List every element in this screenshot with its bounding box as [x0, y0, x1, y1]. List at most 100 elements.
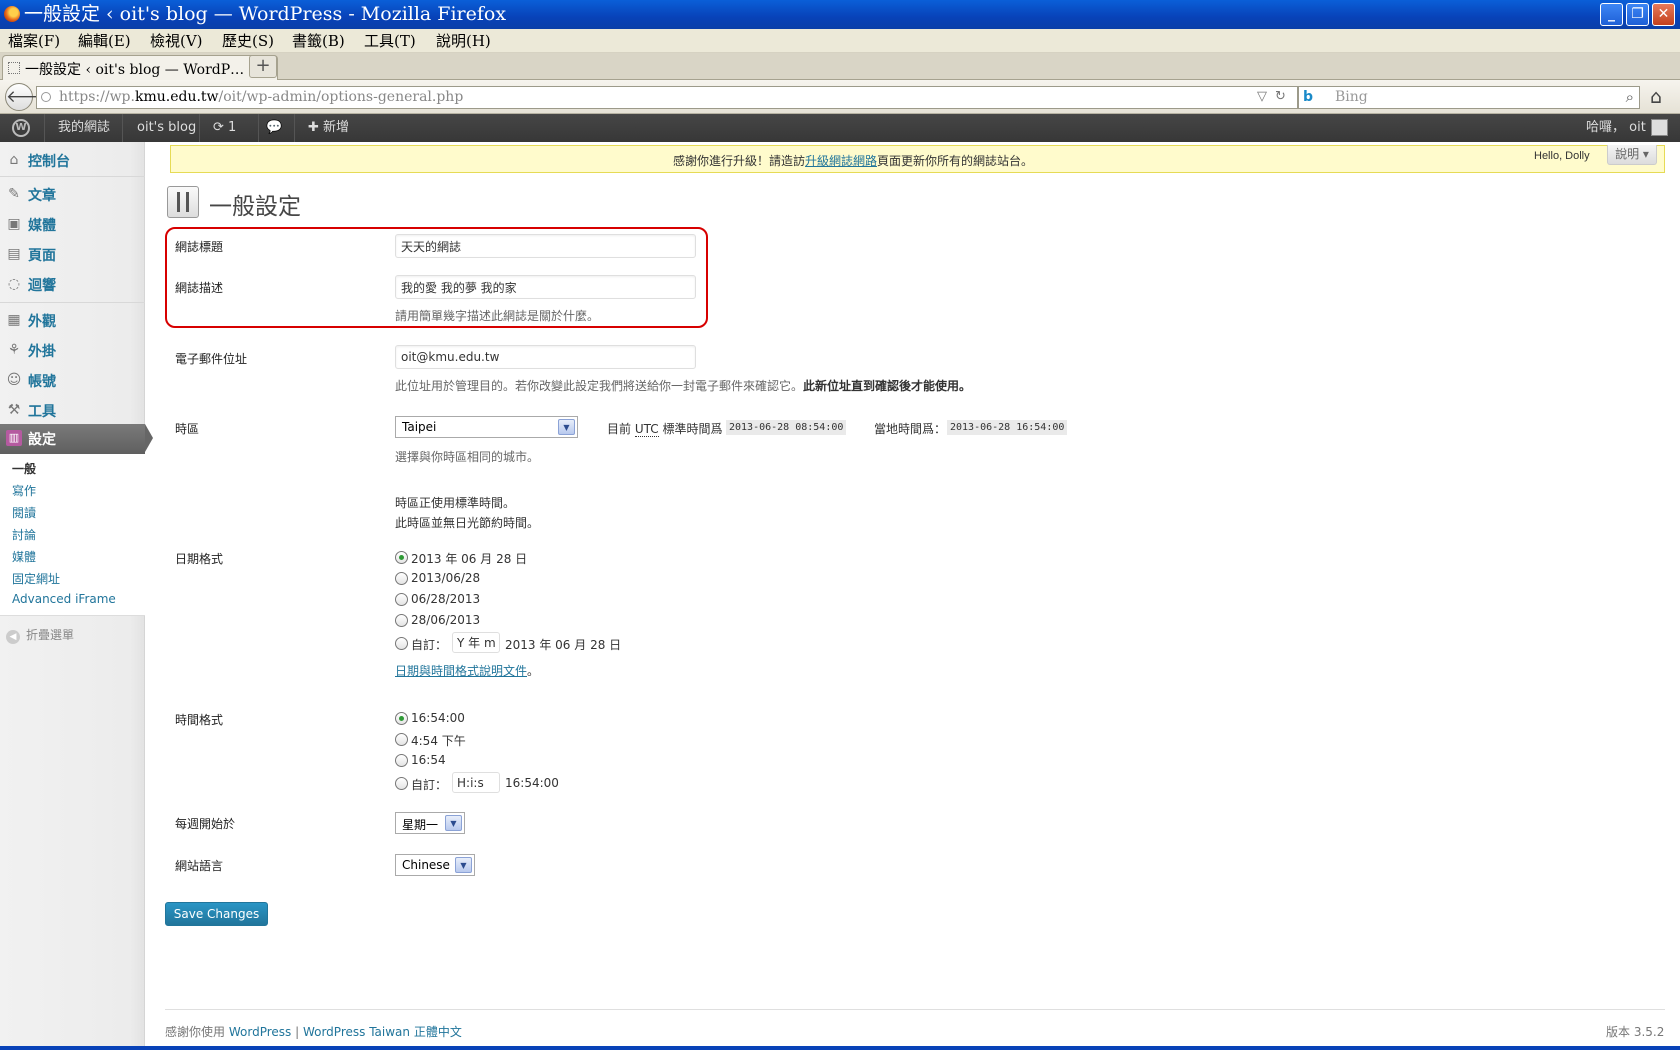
site-identity-icon[interactable]: [41, 92, 51, 102]
submenu-discussion[interactable]: 討論: [12, 526, 36, 543]
time-format-option[interactable]: 4:54 下午: [411, 732, 466, 749]
appearance-icon: ▦: [7, 312, 21, 328]
tagline-input[interactable]: [395, 275, 696, 299]
menu-edit[interactable]: 編輯(E): [78, 32, 131, 50]
url-dropdown-icon[interactable]: ▽: [1257, 89, 1267, 104]
sidebar-item-appearance[interactable]: ▦ 外觀: [0, 306, 145, 334]
home-icon[interactable]: ⌂: [1650, 86, 1662, 108]
search-icon[interactable]: ⌕: [1626, 88, 1634, 106]
date-format-custom-radio[interactable]: [395, 637, 408, 650]
submenu-media[interactable]: 媒體: [12, 548, 36, 565]
restore-button[interactable]: ❐: [1626, 3, 1649, 26]
save-changes-button[interactable]: Save Changes: [165, 902, 268, 926]
comments-icon[interactable]: 💬: [266, 114, 282, 142]
site-language-label: 網站語言: [175, 859, 224, 873]
utc-time-label: 目前 UTC 標準時間爲: [607, 422, 723, 437]
adminbar-divider: [122, 114, 123, 142]
submenu-reading[interactable]: 閱讀: [12, 504, 36, 521]
date-format-option[interactable]: 2013 年 06 月 28 日: [411, 550, 527, 567]
new-content-link[interactable]: ✚ 新增: [308, 114, 349, 142]
menu-file[interactable]: 檔案(F): [8, 32, 60, 50]
submenu-writing[interactable]: 寫作: [12, 482, 36, 499]
wordpress-logo-icon[interactable]: W: [12, 119, 30, 137]
date-custom-input[interactable]: [452, 632, 500, 653]
submenu-permalinks[interactable]: 固定網址: [12, 570, 60, 587]
sidebar-item-posts[interactable]: ✎ 文章: [0, 180, 145, 208]
search-bar[interactable]: b Bing ⌕: [1298, 86, 1640, 109]
local-time-label: 當地時間爲：: [874, 422, 947, 436]
time-format-custom-radio[interactable]: [395, 777, 408, 790]
sidebar-item-users[interactable]: ☺ 帳號: [0, 366, 145, 394]
date-format-radio[interactable]: [395, 593, 408, 606]
back-button[interactable]: 🡐: [5, 83, 52, 111]
collapse-menu-button[interactable]: ◀ 折疊選單: [6, 626, 74, 644]
sidebar-item-media[interactable]: ▣ 媒體: [0, 210, 145, 238]
date-format-option[interactable]: 2013/06/28: [411, 571, 480, 585]
site-name-link[interactable]: oit's blog: [137, 114, 196, 142]
collapse-arrow-icon: ◀: [6, 630, 20, 644]
time-format-label: 時間格式: [175, 713, 224, 727]
sidebar-item-label: 迴響: [28, 278, 56, 294]
time-format-option[interactable]: 16:54: [411, 753, 446, 767]
tab-title: 一般設定 ‹ oit's blog — WordP…: [25, 62, 245, 78]
time-format-radio[interactable]: [395, 754, 408, 767]
time-format-radio[interactable]: [395, 712, 408, 725]
timezone-label: 時區: [175, 422, 200, 436]
sidebar-item-plugins[interactable]: ⚘ 外掛: [0, 336, 145, 364]
updates-link[interactable]: ⟳ 1: [213, 114, 236, 142]
media-icon: ▣: [7, 216, 21, 232]
my-sites-link[interactable]: 我的網誌: [58, 114, 110, 142]
date-format-option[interactable]: 28/06/2013: [411, 613, 480, 627]
blog-title-input[interactable]: [395, 234, 696, 258]
howdy-user[interactable]: 哈囉， oit: [1586, 114, 1646, 142]
menu-bookmarks[interactable]: 書籤(B): [292, 32, 345, 50]
wordpress-taiwan-link[interactable]: WordPress Taiwan 正體中文: [303, 1025, 462, 1039]
url-bar[interactable]: https://wp.kmu.edu.tw/oit/wp-admin/optio…: [36, 86, 1298, 109]
settings-submenu: 一般 寫作 閱讀 討論 媒體 固定網址 Advanced iFrame: [0, 454, 145, 616]
date-format-radio[interactable]: [395, 551, 408, 564]
bing-engine-icon[interactable]: b: [1303, 89, 1313, 105]
submenu-general[interactable]: 一般: [12, 460, 36, 477]
site-language-select[interactable]: Chinese ▼: [395, 854, 475, 876]
time-custom-input[interactable]: [452, 772, 500, 793]
close-window-button[interactable]: ✕: [1652, 3, 1675, 26]
tagline-description: 請用簡單幾字描述此網誌是關於什麼。: [395, 309, 600, 323]
window-title: 一般設定 ‹ oit's blog — WordPress - Mozilla …: [24, 3, 507, 25]
reload-icon[interactable]: ↻: [1275, 89, 1286, 104]
new-tab-button[interactable]: +: [249, 55, 277, 78]
email-input[interactable]: [395, 345, 696, 369]
sidebar-item-settings[interactable]: ▥ 設定: [0, 424, 153, 454]
menu-view[interactable]: 檢視(V): [150, 32, 203, 50]
date-format-radio[interactable]: [395, 572, 408, 585]
page-icon: ▤: [7, 246, 21, 262]
sidebar-item-tools[interactable]: ⚒ 工具: [0, 396, 145, 424]
help-tab-button[interactable]: 說明 ▾: [1607, 145, 1657, 165]
date-custom-label[interactable]: 自訂：: [411, 636, 447, 653]
avatar[interactable]: [1651, 119, 1668, 136]
date-time-doc-link[interactable]: 日期與時間格式說明文件: [395, 664, 527, 678]
hello-dolly-lyric: Hello, Dolly: [1534, 150, 1590, 162]
time-format-option[interactable]: 16:54:00: [411, 711, 465, 725]
tab-bar: 一般設定 ‹ oit's blog — WordP… +: [0, 53, 1680, 80]
time-custom-label[interactable]: 自訂：: [411, 776, 447, 793]
browser-tab[interactable]: 一般設定 ‹ oit's blog — WordP…: [2, 55, 278, 80]
timezone-select[interactable]: Taipei ▼: [395, 416, 578, 438]
date-format-option[interactable]: 06/28/2013: [411, 592, 480, 606]
menu-help[interactable]: 說明(H): [436, 32, 491, 50]
sidebar-item-dashboard[interactable]: ⌂ 控制台: [0, 146, 145, 174]
sidebar-item-comments[interactable]: ◌ 迴響: [0, 270, 145, 298]
week-start-select[interactable]: 星期一 ▼: [395, 812, 465, 834]
site-language-value: Chinese: [402, 858, 450, 872]
wordpress-link[interactable]: WordPress: [229, 1025, 291, 1039]
submenu-advanced-iframe[interactable]: Advanced iFrame: [12, 592, 116, 606]
menu-tools[interactable]: 工具(T): [364, 32, 416, 50]
menu-history[interactable]: 歷史(S): [222, 32, 274, 50]
time-format-radio[interactable]: [395, 733, 408, 746]
date-format-radio[interactable]: [395, 614, 408, 627]
time-custom-preview: 16:54:00: [505, 776, 559, 790]
sidebar-item-pages[interactable]: ▤ 頁面: [0, 240, 145, 268]
upgrade-network-link[interactable]: 升級網誌網路: [805, 154, 877, 168]
minimize-button[interactable]: _: [1600, 3, 1623, 26]
settings-page-icon: [167, 186, 199, 218]
email-description: 此位址用於管理目的。若你改變此設定我們將送給你一封電子郵件來確認它。此新位址直到…: [395, 379, 972, 393]
